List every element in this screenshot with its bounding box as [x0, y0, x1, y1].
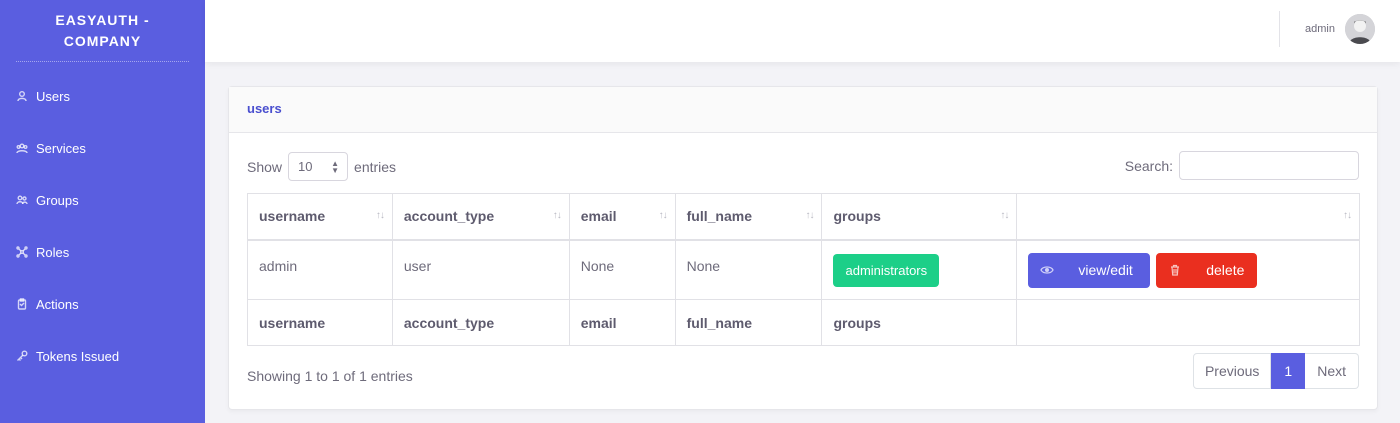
- search-input[interactable]: [1179, 151, 1359, 180]
- sidebar-item-groups[interactable]: Groups: [0, 174, 205, 226]
- sidebar-item-label: Roles: [36, 244, 70, 260]
- sort-icon: ↑↓: [1343, 210, 1352, 221]
- column-header-full-name[interactable]: full_name ↑↓: [674, 193, 823, 241]
- column-header-label: email: [580, 208, 617, 225]
- footer-full-name: full_name: [674, 299, 823, 346]
- sidebar-item-label: Tokens Issued: [36, 348, 120, 364]
- sidebar-nav: Users Services Groups Roles Actions Toke…: [0, 70, 205, 382]
- column-header-label: username: [259, 208, 326, 225]
- view-edit-label: view/edit: [1078, 262, 1133, 278]
- trash-icon: [1171, 264, 1180, 276]
- column-header-label: full_name: [686, 208, 752, 225]
- pagination: Previous 1 Next: [1192, 353, 1359, 389]
- table-info: Showing 1 to 1 of 1 entries: [247, 368, 413, 384]
- entries-value: 10: [298, 159, 313, 174]
- sidebar-item-roles[interactable]: Roles: [0, 226, 205, 278]
- actions-icon: [17, 298, 27, 310]
- sidebar-item-services[interactable]: Services: [0, 122, 205, 174]
- groups-icon: [16, 195, 28, 205]
- show-label: Show: [247, 158, 283, 175]
- column-header-actions[interactable]: ↑↓: [1016, 193, 1360, 241]
- column-header-label: groups: [833, 208, 881, 225]
- cell-account-type: user: [391, 239, 570, 300]
- avatar-icon: [1345, 14, 1375, 44]
- footer-email: email: [568, 299, 676, 346]
- table-footer-row: username account_type email full_name gr…: [247, 299, 1360, 346]
- sidebar-item-tokens-issued[interactable]: Tokens Issued: [0, 330, 205, 382]
- sidebar-item-label: Groups: [36, 192, 79, 208]
- cell-groups: administrators: [821, 239, 1018, 300]
- column-header-groups[interactable]: groups ↑↓: [821, 193, 1018, 241]
- column-header-username[interactable]: username ↑↓: [247, 193, 393, 241]
- next-button[interactable]: Next: [1305, 353, 1359, 389]
- footer-username: username: [247, 299, 393, 346]
- users-table: username ↑↓ account_type ↑↓ email ↑↓ full_n…: [247, 193, 1360, 346]
- delete-button[interactable]: delete: [1156, 252, 1258, 288]
- column-header-email[interactable]: email ↑↓: [568, 193, 676, 241]
- roles-icon: [16, 246, 28, 258]
- card-title: users: [229, 87, 1377, 133]
- search-label: Search:: [1124, 157, 1173, 174]
- view-edit-button[interactable]: view/edit: [1028, 252, 1151, 288]
- sidebar: EASYAUTH - COMPANY Users Services Groups…: [0, 0, 205, 423]
- column-header-label: account_type: [403, 208, 495, 225]
- sidebar-item-users[interactable]: Users: [0, 70, 205, 122]
- table-header-row: username ↑↓ account_type ↑↓ email ↑↓ full_n…: [247, 193, 1360, 241]
- sort-icon: ↑↓: [1000, 210, 1009, 221]
- previous-button[interactable]: Previous: [1192, 353, 1272, 389]
- page-1-button[interactable]: 1: [1271, 353, 1306, 389]
- search-control: Search:: [1125, 151, 1359, 180]
- cell-email: None: [568, 239, 676, 300]
- entries-label: entries: [354, 158, 397, 175]
- entries-control: Show 10 ▲ ▼ entries: [247, 152, 396, 181]
- topbar-username[interactable]: admin: [1305, 23, 1335, 35]
- entries-select[interactable]: 10 ▲ ▼: [288, 152, 349, 181]
- select-caret-icon: ▲ ▼: [331, 159, 340, 175]
- sort-icon: ↑↓: [552, 210, 562, 221]
- sidebar-item-actions[interactable]: Actions: [0, 278, 205, 330]
- cell-actions: view/edit delete: [1016, 239, 1360, 300]
- footer-account-type: account_type: [391, 299, 570, 346]
- footer-groups: groups: [821, 299, 1018, 346]
- delete-label: delete: [1206, 262, 1245, 278]
- sort-icon: ↑↓: [375, 210, 385, 221]
- sidebar-item-label: Actions: [36, 296, 79, 312]
- sort-icon: ↑↓: [805, 210, 814, 221]
- avatar[interactable]: [1345, 14, 1375, 44]
- users-card: users Show 10 ▲ ▼ entries Search: usernam…: [228, 86, 1378, 410]
- group-badge[interactable]: administrators: [833, 253, 940, 287]
- brand-title: EASYAUTH - COMPANY: [16, 0, 189, 62]
- topbar: admin: [205, 0, 1400, 62]
- sort-icon: ↑↓: [658, 210, 668, 221]
- footer-actions: [1016, 299, 1360, 346]
- topbar-divider: [1279, 11, 1280, 47]
- cell-full-name: None: [674, 239, 823, 300]
- table-row: admin user None None administrators view…: [247, 239, 1360, 300]
- services-icon: [16, 143, 28, 154]
- key-icon: [17, 350, 28, 361]
- cell-username: admin: [247, 239, 393, 300]
- user-icon: [17, 91, 27, 102]
- sidebar-item-label: Users: [36, 88, 70, 104]
- eye-icon: [1040, 266, 1055, 274]
- sidebar-item-label: Services: [36, 140, 86, 156]
- column-header-account-type[interactable]: account_type ↑↓: [391, 193, 570, 241]
